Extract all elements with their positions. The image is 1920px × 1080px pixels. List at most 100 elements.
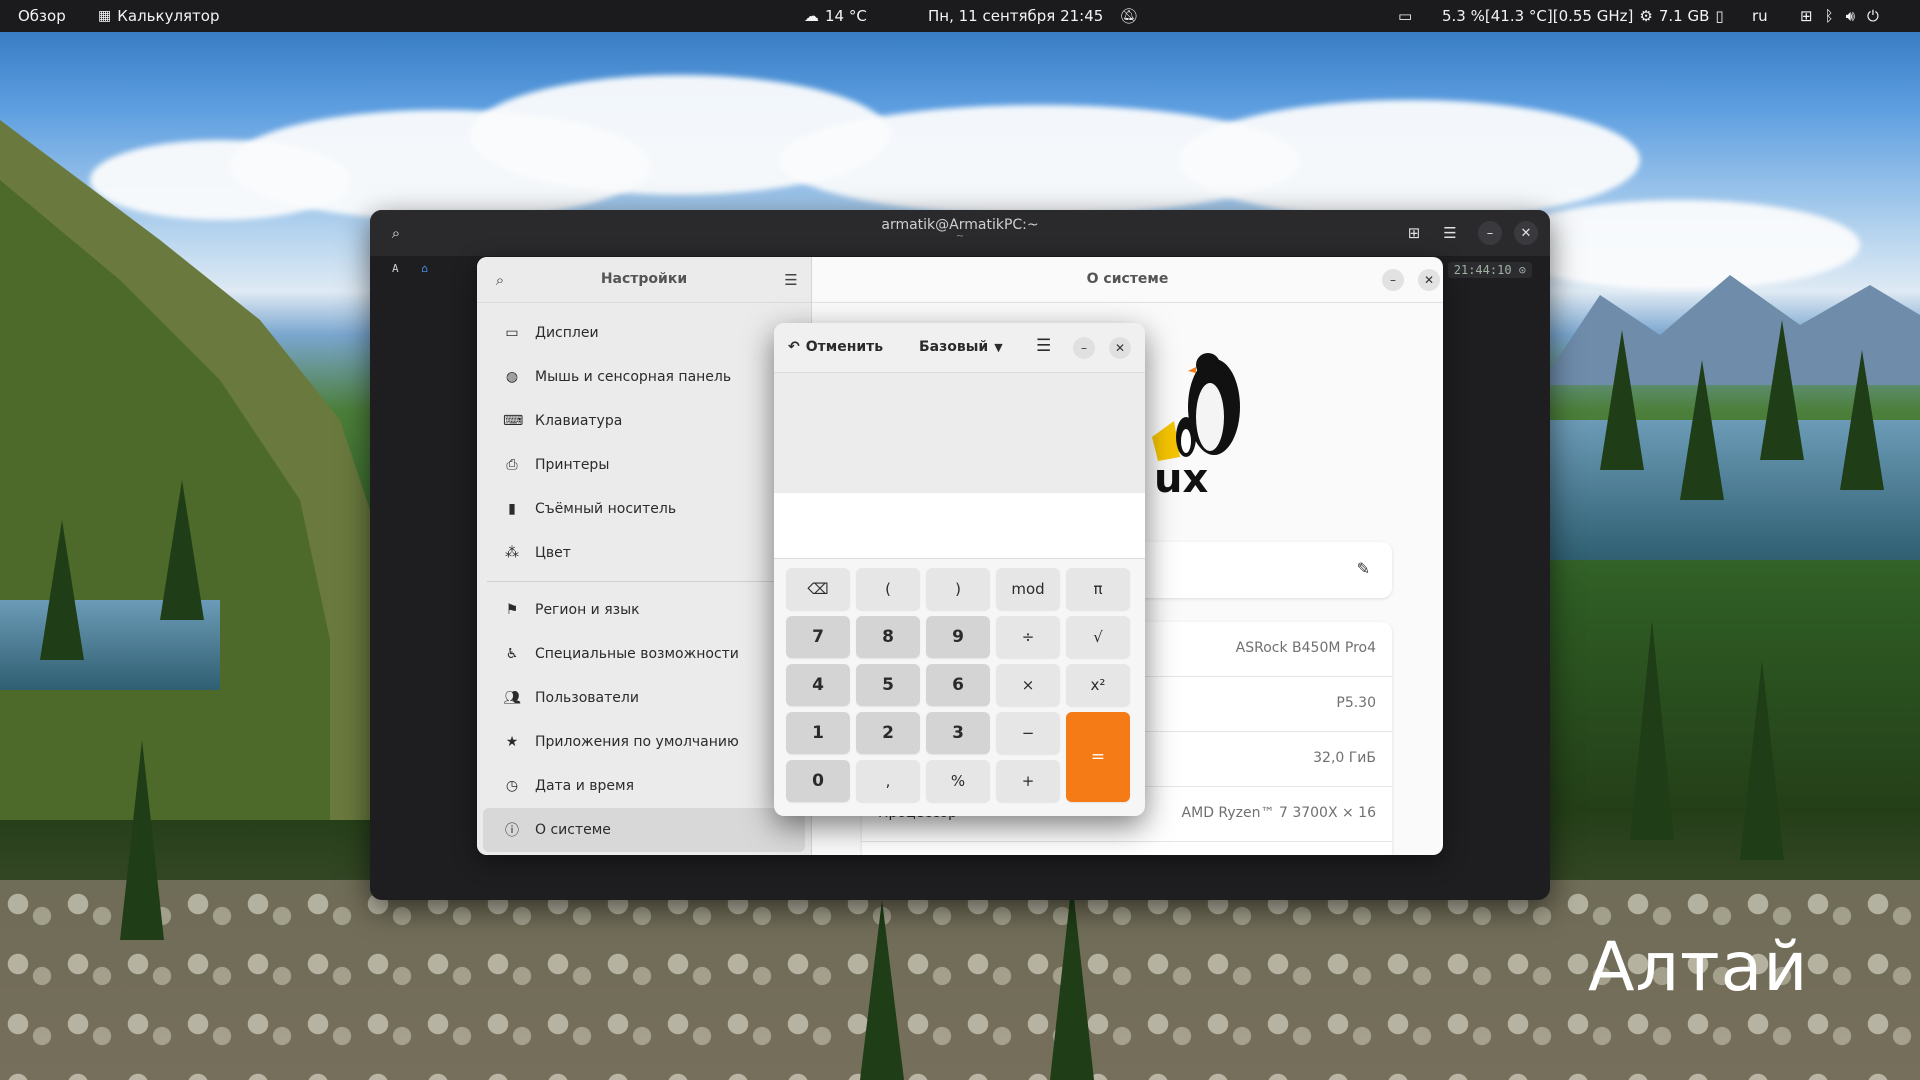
- backspace-key[interactable]: ⌫: [786, 568, 850, 610]
- terminal-header: ⌕ armatik@ArmatikPC:~ ~ ⊞ ☰ – ✕: [370, 210, 1550, 256]
- new-tab-icon: ⊞: [1407, 224, 1421, 242]
- sidebar-item-default-apps[interactable]: ★ Приложения по умолчанию: [483, 720, 805, 764]
- digit-2-key[interactable]: 2: [856, 712, 920, 754]
- settings-menu-button[interactable]: ☰: [780, 269, 802, 291]
- display-icon: ▭: [505, 325, 519, 341]
- open-paren-key[interactable]: (: [856, 568, 920, 610]
- minimize-icon: –: [1486, 225, 1494, 241]
- power-icon: ⏻: [1867, 7, 1879, 25]
- digit-6-key[interactable]: 6: [926, 664, 990, 706]
- close-icon: ✕: [1423, 273, 1435, 287]
- calculator-history-display: [774, 373, 1145, 493]
- close-paren-key[interactable]: ): [926, 568, 990, 610]
- undo-icon: ↶: [788, 339, 800, 355]
- sidebar-separator: [487, 581, 801, 582]
- top-bar: Обзор ▦ Калькулятор ☁ 14 °C Пн, 11 сентя…: [0, 0, 1920, 32]
- digit-0-key[interactable]: 0: [786, 760, 850, 802]
- printer-icon: ⎙: [506, 457, 518, 473]
- sidebar-item-region[interactable]: ⚑ Регион и язык: [483, 588, 805, 632]
- mod-key[interactable]: mod: [996, 568, 1060, 610]
- digit-1-key[interactable]: 1: [786, 712, 850, 754]
- settings-close-button[interactable]: ✕: [1418, 269, 1440, 291]
- digit-7-key[interactable]: 7: [786, 616, 850, 658]
- flag-icon: ⚑: [505, 602, 519, 618]
- keyboard-layout-indicator[interactable]: ru: [1752, 0, 1768, 32]
- calculator-close-button[interactable]: ✕: [1109, 337, 1131, 359]
- calculator-minimize-button[interactable]: –: [1073, 337, 1095, 359]
- settings-sidebar: ⌕ Настройки ☰ ▭ Дисплеи ◍ Мышь и сенсорная…: [477, 257, 812, 855]
- color-icon: ⁂: [505, 545, 519, 561]
- digit-3-key[interactable]: 3: [926, 712, 990, 754]
- sidebar-item-mouse[interactable]: ◍ Мышь и сенсорная панель: [483, 355, 805, 399]
- sidebar-item-displays[interactable]: ▭ Дисплеи: [483, 311, 805, 355]
- desktop-watermark: Алтай: [1588, 928, 1809, 1007]
- pi-key[interactable]: π: [1066, 568, 1130, 610]
- settings-main-header: О системе – ✕: [812, 257, 1443, 303]
- clock-button[interactable]: Пн, 11 сентября 21:45 🔕︎: [928, 0, 1138, 32]
- digit-9-key[interactable]: 9: [926, 616, 990, 658]
- activities-button[interactable]: Обзор: [18, 0, 66, 32]
- sidebar-item-label: Принтеры: [535, 457, 610, 473]
- settings-sidebar-header: ⌕ Настройки ☰: [477, 257, 811, 303]
- system-monitor[interactable]: 5.3 %[41.3 °C][0.55 GHz] ⚙ 7.1 GB ▯: [1442, 0, 1724, 32]
- clipboard-indicator[interactable]: ▭: [1398, 0, 1412, 32]
- add-key[interactable]: +: [996, 760, 1060, 802]
- page-title: О системе: [1086, 271, 1169, 287]
- sidebar-item-printers[interactable]: ⎙ Принтеры: [483, 443, 805, 487]
- usb-icon: ▮: [508, 501, 516, 517]
- sidebar-item-label: Дата и время: [535, 778, 634, 794]
- distro-logo: ux: [1152, 337, 1262, 507]
- info-value: 32,0 ГиБ: [1313, 750, 1376, 766]
- sidebar-item-accessibility[interactable]: ♿︎ Специальные возможности: [483, 632, 805, 676]
- sidebar-item-users[interactable]: 👥︎ Пользователи: [483, 676, 805, 720]
- clock-icon: ◷: [505, 778, 519, 794]
- multiply-key[interactable]: ×: [996, 664, 1060, 706]
- pencil-icon[interactable]: ✎: [1357, 559, 1370, 578]
- volume-icon: 🔊︎: [1845, 7, 1856, 25]
- sidebar-item-about[interactable]: ⓘ О системе: [483, 808, 805, 852]
- sidebar-item-label: Мышь и сенсорная панель: [535, 369, 732, 385]
- digit-5-key[interactable]: 5: [856, 664, 920, 706]
- settings-nav-list: ▭ Дисплеи ◍ Мышь и сенсорная панель ⌨ Клави…: [477, 303, 811, 852]
- info-value: AMD Ryzen™ 7 3700X × 16: [1181, 805, 1376, 821]
- sqrt-key[interactable]: √: [1066, 616, 1130, 658]
- calculator-menu-button[interactable]: ☰: [1036, 336, 1051, 356]
- calculator-keypad: ⌫ ( ) mod π 7 8 9 ÷ √ 4 5 6 × x² 1 2 3 −…: [786, 568, 1134, 808]
- terminal-prompt[interactable]: A ⌂: [392, 262, 428, 275]
- terminal-subtitle-text: ~: [955, 231, 965, 242]
- subtract-key[interactable]: −: [996, 712, 1060, 754]
- divide-key[interactable]: ÷: [996, 616, 1060, 658]
- sidebar-item-removable-media[interactable]: ▮ Съёмный носитель: [483, 487, 805, 531]
- sidebar-item-keyboard[interactable]: ⌨ Клавиатура: [483, 399, 805, 443]
- sidebar-item-label: Клавиатура: [535, 413, 623, 429]
- home-icon: ⌂: [421, 262, 428, 275]
- terminal-minimize-button[interactable]: –: [1478, 221, 1502, 245]
- backspace-icon: ⌫: [807, 580, 829, 598]
- keyboard-icon: ⌨: [503, 413, 524, 429]
- cpu-text: 5.3 %[41.3 °C][0.55 GHz]: [1442, 7, 1634, 25]
- weather-indicator[interactable]: ☁ 14 °C: [804, 0, 867, 32]
- settings-minimize-button[interactable]: –: [1382, 269, 1404, 291]
- logo-text: ux: [1154, 456, 1209, 502]
- decimal-key[interactable]: ,: [856, 760, 920, 802]
- info-value: ASRock B450M Pro4: [1235, 640, 1376, 656]
- terminal-menu-button[interactable]: ☰: [1436, 219, 1464, 247]
- sidebar-item-label: Съёмный носитель: [535, 501, 677, 517]
- mode-selector[interactable]: Базовый ▼: [919, 339, 1003, 355]
- new-tab-button[interactable]: ⊞: [1400, 219, 1428, 247]
- calculator-input-field[interactable]: [774, 493, 1145, 559]
- digit-4-key[interactable]: 4: [786, 664, 850, 706]
- weather-text: 14 °C: [825, 7, 867, 25]
- digit-8-key[interactable]: 8: [856, 616, 920, 658]
- square-key[interactable]: x²: [1066, 664, 1130, 706]
- close-icon: ✕: [1520, 225, 1532, 241]
- undo-button[interactable]: ↶ Отменить: [788, 339, 883, 355]
- terminal-close-button[interactable]: ✕: [1514, 221, 1538, 245]
- system-menu[interactable]: ⊞ ᛒ 🔊︎ ⏻: [1800, 0, 1879, 32]
- sidebar-item-date-time[interactable]: ◷ Дата и время: [483, 764, 805, 808]
- app-menu-button[interactable]: ▦ Калькулятор: [98, 0, 220, 32]
- sidebar-item-color[interactable]: ⁂ Цвет: [483, 531, 805, 575]
- equals-key[interactable]: =: [1066, 712, 1130, 802]
- percent-key[interactable]: %: [926, 760, 990, 802]
- notifications-off-icon: 🔕︎: [1119, 7, 1139, 25]
